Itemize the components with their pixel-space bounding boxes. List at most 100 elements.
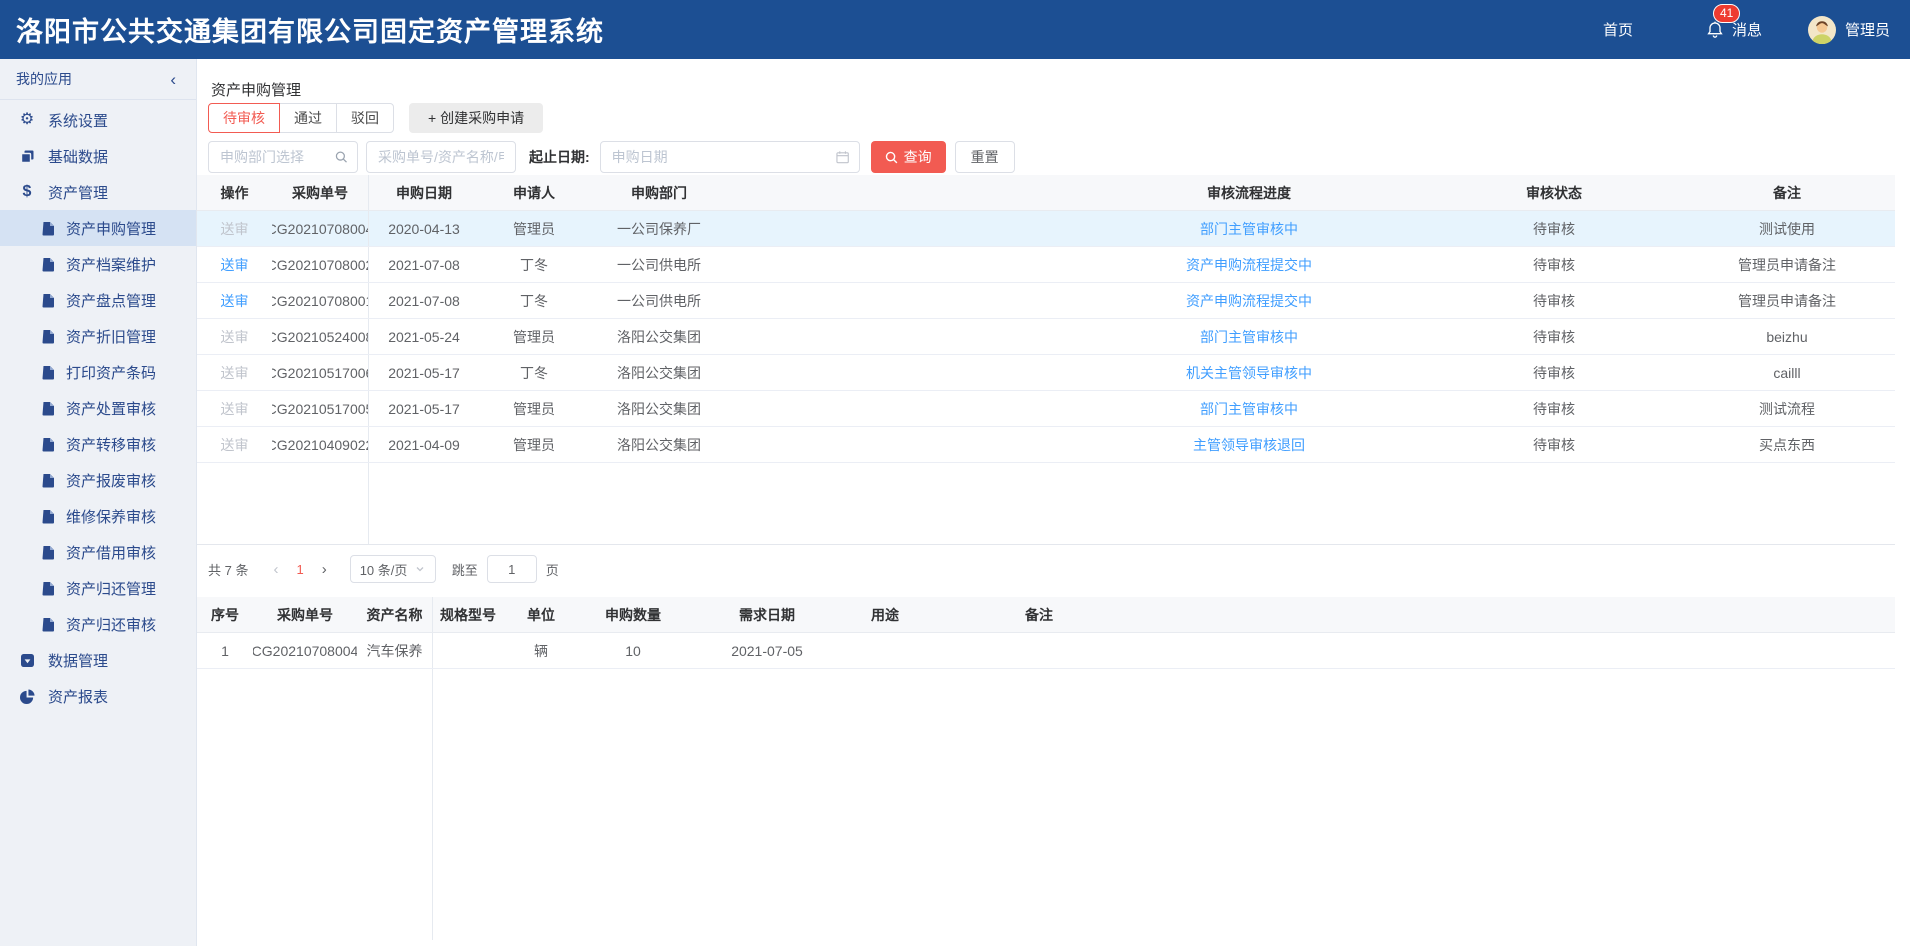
submit-review-link: 送审 xyxy=(221,363,249,383)
order-no: CG20210409022 xyxy=(272,427,369,462)
remark: 测试使用 xyxy=(1679,211,1895,246)
sidebar-header: 我的应用 ‹ xyxy=(0,59,196,100)
tab-pending[interactable]: 待审核 xyxy=(208,103,280,133)
review-status: 待审核 xyxy=(1429,427,1679,462)
main-content: 资产申购管理 待审核 通过 驳回 + 创建采购申请 起止日期: 查询 重置 操作 xyxy=(197,59,1910,946)
col-header: 审核状态 xyxy=(1429,175,1679,210)
order-no: CG20210708004 xyxy=(253,633,357,668)
purchase-date: 2020-04-13 xyxy=(369,211,479,246)
search-button[interactable]: 查询 xyxy=(871,141,946,173)
review-status: 待审核 xyxy=(1429,211,1679,246)
sidebar-item-print-barcode[interactable]: 打印资产条码 xyxy=(0,354,196,390)
page-number[interactable]: 1 xyxy=(287,562,312,577)
table-row[interactable]: 送审 CG20210524008 2021-05-24 管理员 洛阳公交集团 部… xyxy=(197,319,1895,355)
page-title: 资产申购管理 xyxy=(211,79,301,100)
file-icon xyxy=(39,293,57,308)
progress-link[interactable]: 主管领导审核退回 xyxy=(1193,435,1305,455)
sidebar-item-base-data[interactable]: 基础数据 xyxy=(0,138,196,174)
detail-empty-area xyxy=(197,669,1895,945)
sidebar-item-system-settings[interactable]: ⚙ 系统设置 xyxy=(0,102,196,138)
table-row[interactable]: 送审 CG20210409022 2021-04-09 管理员 洛阳公交集团 主… xyxy=(197,427,1895,463)
spacer xyxy=(729,211,1069,246)
sidebar-item-label: 维修保养审核 xyxy=(66,506,156,527)
next-page-button[interactable]: › xyxy=(313,561,336,578)
sidebar-item-asset-return-audit[interactable]: 资产归还审核 xyxy=(0,606,196,642)
need-date: 2021-07-05 xyxy=(687,633,847,668)
sidebar-item-asset-archive[interactable]: 资产档案维护 xyxy=(0,246,196,282)
submit-review-link[interactable]: 送审 xyxy=(221,255,249,275)
seq: 1 xyxy=(197,633,253,668)
sidebar-item-asset-borrow[interactable]: 资产借用审核 xyxy=(0,534,196,570)
sidebar-item-asset-disposal[interactable]: 资产处置审核 xyxy=(0,390,196,426)
purchase-date: 2021-05-17 xyxy=(369,355,479,390)
col-header: 序号 xyxy=(197,597,253,632)
submit-review-link[interactable]: 送审 xyxy=(221,291,249,311)
sidebar-item-asset-return-mgmt[interactable]: 资产归还管理 xyxy=(0,570,196,606)
sidebar-collapse-icon[interactable]: ‹ xyxy=(170,71,176,88)
col-header: 审核流程进度 xyxy=(1069,175,1429,210)
department: 一公司供电所 xyxy=(589,247,729,282)
sidebar-item-asset-management[interactable]: $ 资产管理 xyxy=(0,174,196,210)
detail-row[interactable]: 1 CG20210708004 汽车保养 辆 10 2021-07-05 xyxy=(197,633,1895,669)
progress-link[interactable]: 资产申购流程提交中 xyxy=(1186,291,1312,311)
sidebar-item-data-management[interactable]: 数据管理 xyxy=(0,642,196,678)
review-status: 待审核 xyxy=(1429,355,1679,390)
tab-rejected[interactable]: 驳回 xyxy=(336,103,394,133)
sidebar-item-asset-report[interactable]: 资产报表 xyxy=(0,678,196,714)
date-field[interactable] xyxy=(600,141,860,173)
sidebar-item-maintenance-audit[interactable]: 维修保养审核 xyxy=(0,498,196,534)
nav-home[interactable]: 首页 xyxy=(1603,19,1633,40)
page-size-value: 10 条/页 xyxy=(360,560,408,579)
col-header: 申购部门 xyxy=(589,175,729,210)
keyword-input[interactable] xyxy=(376,148,506,166)
progress-link[interactable]: 部门主管审核中 xyxy=(1200,219,1298,239)
messages-button[interactable]: 41 消息 xyxy=(1705,19,1762,40)
spacer xyxy=(729,175,1069,210)
col-header: 需求日期 xyxy=(687,597,847,632)
order-no: CG20210708002 xyxy=(272,247,369,282)
remark: cailll xyxy=(1679,355,1895,390)
progress-link[interactable]: 部门主管审核中 xyxy=(1200,399,1298,419)
sidebar-item-asset-depreciation[interactable]: 资产折旧管理 xyxy=(0,318,196,354)
remark: 买点东西 xyxy=(1679,427,1895,462)
file-icon xyxy=(39,329,57,344)
remark: 管理员申请备注 xyxy=(1679,247,1895,282)
sidebar-item-asset-transfer[interactable]: 资产转移审核 xyxy=(0,426,196,462)
page-size-select[interactable]: 10 条/页 xyxy=(350,555,436,583)
jump-page-input[interactable] xyxy=(487,555,537,583)
order-no: CG20210517005 xyxy=(272,391,369,426)
date-input[interactable] xyxy=(610,148,837,166)
table-row[interactable]: 送审 CG20210708002 2021-07-08 丁冬 一公司供电所 资产… xyxy=(197,247,1895,283)
file-icon xyxy=(39,365,57,380)
create-purchase-button[interactable]: + 创建采购申请 xyxy=(409,103,543,133)
table-row[interactable]: 送审 CG20210708004 2020-04-13 管理员 一公司保养厂 部… xyxy=(197,211,1895,247)
department: 洛阳公交集团 xyxy=(589,319,729,354)
prev-page-button[interactable]: ‹ xyxy=(264,561,287,578)
reset-button[interactable]: 重置 xyxy=(955,141,1015,173)
applicant: 丁冬 xyxy=(479,355,589,390)
sidebar-item-label: 基础数据 xyxy=(48,146,108,167)
department: 一公司供电所 xyxy=(589,283,729,318)
applicant: 管理员 xyxy=(479,391,589,426)
progress-link[interactable]: 部门主管审核中 xyxy=(1200,327,1298,347)
purchase-date: 2021-07-08 xyxy=(369,247,479,282)
user-menu[interactable]: 管理员 xyxy=(1808,16,1890,44)
table-row[interactable]: 送审 CG20210517006 2021-05-17 丁冬 洛阳公交集团 机关… xyxy=(197,355,1895,391)
tab-approved[interactable]: 通过 xyxy=(279,103,337,133)
table-row[interactable]: 送审 CG20210517005 2021-05-17 管理员 洛阳公交集团 部… xyxy=(197,391,1895,427)
filter-bar: 起止日期: 查询 重置 xyxy=(208,141,1015,173)
app-header: 洛阳市公共交通集团有限公司固定资产管理系统 首页 41 消息 管理员 xyxy=(0,0,1910,59)
purchase-table-header: 操作 采购单号 申购日期 申请人 申购部门 审核流程进度 审核状态 备注 xyxy=(197,175,1895,211)
dept-select-input[interactable] xyxy=(218,148,335,166)
sidebar-item-asset-purchase[interactable]: 资产申购管理 xyxy=(0,210,196,246)
keyword-field[interactable] xyxy=(366,141,516,173)
dept-select[interactable] xyxy=(208,141,358,173)
purchase-date: 2021-04-09 xyxy=(369,427,479,462)
progress-link[interactable]: 机关主管领导审核中 xyxy=(1186,363,1312,383)
progress-link[interactable]: 资产申购流程提交中 xyxy=(1186,255,1312,275)
table-row[interactable]: 送审 CG20210708001 2021-07-08 丁冬 一公司供电所 资产… xyxy=(197,283,1895,319)
sidebar-item-asset-inventory[interactable]: 资产盘点管理 xyxy=(0,282,196,318)
purchase-date: 2021-05-24 xyxy=(369,319,479,354)
header-right: 首页 41 消息 管理员 xyxy=(1603,16,1910,44)
sidebar-item-asset-scrap[interactable]: 资产报废审核 xyxy=(0,462,196,498)
